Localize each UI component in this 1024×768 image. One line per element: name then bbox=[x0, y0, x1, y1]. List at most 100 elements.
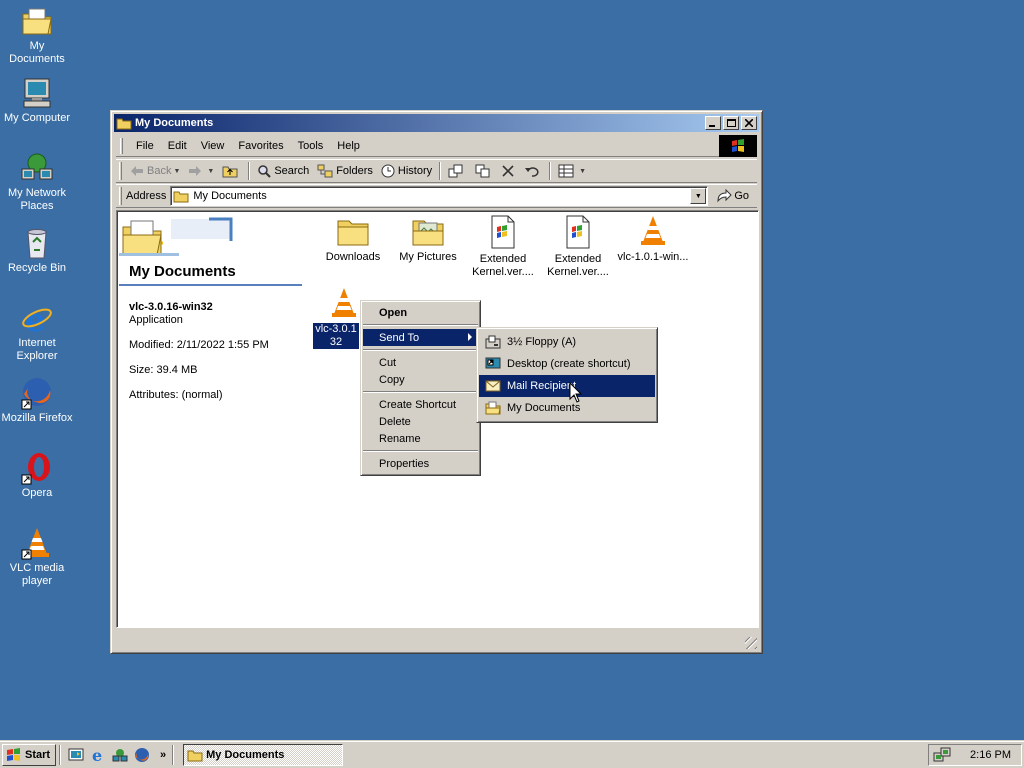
installer-icon bbox=[566, 215, 590, 249]
clock[interactable]: 2:16 PM bbox=[970, 749, 1011, 761]
network-icon[interactable] bbox=[112, 747, 128, 763]
chevron-down-icon[interactable]: ▼ bbox=[173, 168, 180, 175]
folder-icon bbox=[337, 220, 369, 246]
internet-explorer-icon: e bbox=[22, 301, 52, 335]
menu-item-create-shortcut[interactable]: Create Shortcut bbox=[363, 396, 478, 413]
desktop-icon-network-places[interactable]: My Network Places bbox=[0, 151, 74, 213]
menu-item-rename[interactable]: Rename bbox=[363, 430, 478, 447]
resize-grip-icon[interactable] bbox=[745, 637, 757, 649]
move-to-icon bbox=[448, 164, 463, 178]
folder-icon bbox=[116, 118, 132, 130]
chevron-down-icon[interactable]: ▼ bbox=[579, 168, 586, 175]
svg-text:e: e bbox=[92, 747, 102, 763]
menu-item-delete[interactable]: Delete bbox=[363, 413, 478, 430]
folders-button[interactable]: Folders bbox=[313, 161, 377, 181]
desktop-icon-vlc[interactable]: VLC media player bbox=[0, 526, 74, 588]
menu-grip[interactable] bbox=[120, 137, 123, 154]
selected-file-modified: Modified: 2/11/2022 1:55 PM bbox=[129, 339, 269, 351]
menu-item-send-to[interactable]: Send To bbox=[363, 329, 478, 346]
send-to-mail-recipient[interactable]: Mail Recipient bbox=[479, 375, 655, 397]
send-to-floppy[interactable]: 3½ Floppy (A) bbox=[479, 331, 655, 353]
desktop-icon-label: My Documents bbox=[9, 40, 65, 65]
taskbar: Start e » My Documents 2:16 PM bbox=[0, 740, 1024, 768]
menu-tools[interactable]: Tools bbox=[291, 138, 331, 154]
file-label: My Pictures bbox=[399, 251, 457, 263]
show-desktop-icon[interactable] bbox=[68, 747, 84, 763]
desktop-icon-label: Opera bbox=[21, 487, 53, 499]
installer-icon bbox=[491, 215, 515, 249]
views-button[interactable]: ▼ bbox=[554, 161, 590, 181]
go-button[interactable]: Go bbox=[716, 189, 749, 203]
chevron-down-icon[interactable]: ▼ bbox=[207, 168, 214, 175]
title-bar[interactable]: My Documents bbox=[114, 114, 759, 132]
menu-view[interactable]: View bbox=[194, 138, 232, 154]
file-item-vlc-3-0-16[interactable]: vlc-3.0.1 32 bbox=[313, 287, 363, 349]
desktop-icon-recycle-bin[interactable]: Recycle Bin bbox=[0, 226, 74, 275]
context-menu: Open Send To Cut Copy Create Shortcut De… bbox=[360, 300, 481, 476]
address-value: My Documents bbox=[193, 190, 267, 202]
send-to-my-documents[interactable]: My Documents bbox=[479, 397, 655, 419]
menu-separator bbox=[363, 349, 478, 351]
menu-item-copy[interactable]: Copy bbox=[363, 371, 478, 388]
history-button[interactable]: History bbox=[377, 161, 436, 181]
toolbar-grip[interactable] bbox=[119, 162, 122, 180]
menu-favorites[interactable]: Favorites bbox=[231, 138, 290, 154]
forward-button[interactable]: ▼ bbox=[184, 161, 218, 181]
up-button[interactable] bbox=[218, 161, 245, 181]
file-item-my-pictures[interactable]: My Pictures bbox=[390, 215, 466, 264]
menu-edit[interactable]: Edit bbox=[161, 138, 194, 154]
network-icon bbox=[21, 153, 53, 180]
menu-file[interactable]: File bbox=[129, 138, 161, 154]
menu-item-cut[interactable]: Cut bbox=[363, 354, 478, 371]
chevron-down-icon: ▼ bbox=[694, 192, 702, 200]
panel-title: My Documents bbox=[129, 263, 236, 280]
maximize-button[interactable] bbox=[723, 116, 739, 130]
pictures-folder-icon bbox=[412, 220, 444, 246]
menu-item-open[interactable]: Open bbox=[363, 304, 478, 321]
desktop-icon-opera[interactable]: Opera bbox=[0, 451, 74, 500]
address-grip[interactable] bbox=[119, 187, 122, 205]
desktop-icon-label: Recycle Bin bbox=[7, 262, 67, 274]
delete-button[interactable] bbox=[498, 161, 521, 181]
minimize-button[interactable] bbox=[705, 116, 721, 130]
desktop-icon-my-documents[interactable]: My Documents bbox=[0, 4, 74, 66]
desktop-icon-firefox[interactable]: Mozilla Firefox bbox=[0, 376, 74, 425]
menu-help[interactable]: Help bbox=[330, 138, 367, 154]
file-item-extended-kernel-1[interactable]: Extended Kernel.ver.... bbox=[465, 215, 541, 279]
copy-to-button[interactable] bbox=[471, 161, 498, 181]
maximize-icon bbox=[726, 118, 736, 127]
back-button[interactable]: Back ▼ bbox=[126, 161, 184, 181]
menu-item-properties[interactable]: Properties bbox=[363, 455, 478, 472]
vlc-cone-icon bbox=[332, 288, 356, 317]
undo-button[interactable] bbox=[521, 161, 546, 181]
start-button[interactable]: Start bbox=[2, 743, 56, 766]
toolbar-separator bbox=[439, 162, 442, 180]
recycle-bin-icon bbox=[27, 229, 47, 259]
network-status-icon[interactable] bbox=[933, 747, 951, 763]
firefox-icon[interactable] bbox=[134, 747, 150, 763]
quick-launch-chevron[interactable]: » bbox=[160, 749, 166, 761]
file-item-downloads[interactable]: Downloads bbox=[315, 215, 391, 264]
history-label: History bbox=[397, 165, 433, 177]
desktop-icon-label: My Network Places bbox=[7, 187, 67, 212]
internet-explorer-icon[interactable]: e bbox=[90, 747, 106, 763]
address-input[interactable]: My Documents ▼ bbox=[170, 186, 709, 206]
start-label: Start bbox=[25, 748, 51, 761]
file-item-extended-kernel-2[interactable]: Extended Kernel.ver.... bbox=[540, 215, 616, 279]
folder-icon bbox=[173, 191, 189, 203]
desktop-icon-my-computer[interactable]: My Computer bbox=[0, 76, 74, 125]
search-button[interactable]: Search bbox=[253, 161, 313, 181]
desktop-shortcut-icon bbox=[485, 357, 501, 369]
desktop-icon-internet-explorer[interactable]: e Internet Explorer bbox=[0, 301, 74, 363]
menu-item-label: Mail Recipient bbox=[507, 380, 577, 392]
close-button[interactable] bbox=[741, 116, 757, 130]
details-panel: vlc-3.0.16-win32 Application Modified: 2… bbox=[129, 301, 269, 402]
selected-file-size: Size: 39.4 MB bbox=[129, 364, 198, 376]
panel-divider bbox=[119, 284, 302, 286]
file-item-vlc-1-0-1[interactable]: vlc-1.0.1-win... bbox=[615, 215, 691, 264]
send-to-desktop[interactable]: Desktop (create shortcut) bbox=[479, 353, 655, 375]
taskbar-item-my-documents[interactable]: My Documents bbox=[183, 743, 344, 766]
move-to-button[interactable] bbox=[444, 161, 471, 181]
vlc-cone-icon bbox=[641, 216, 665, 245]
address-dropdown-button[interactable]: ▼ bbox=[690, 188, 707, 204]
